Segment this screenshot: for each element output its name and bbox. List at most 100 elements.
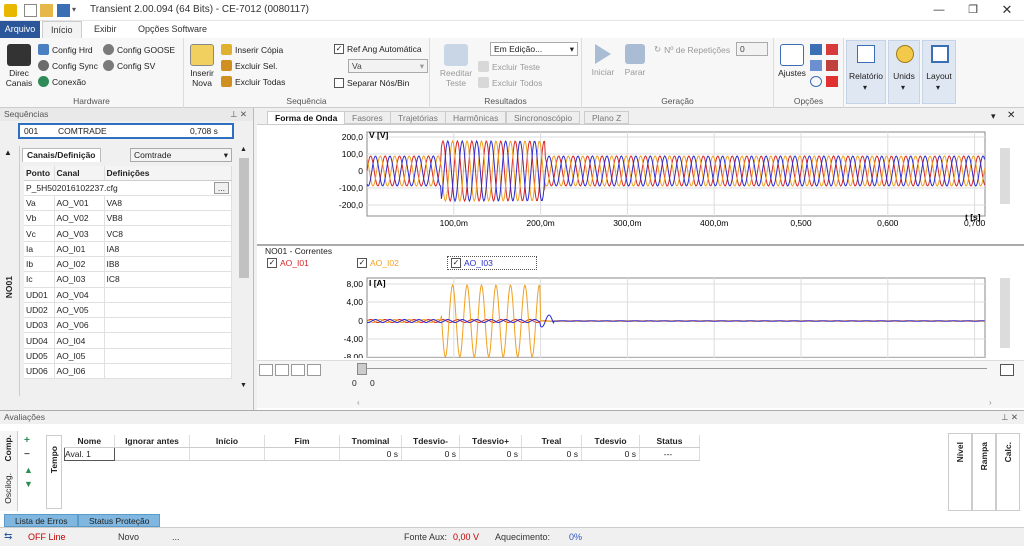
- open-folder-icon[interactable]: [40, 4, 53, 17]
- legend-ao-i02[interactable]: ✓ AO_I02: [357, 258, 399, 268]
- timeline-track[interactable]: [357, 368, 987, 369]
- tab-list-chevron-icon[interactable]: ▾: [991, 111, 996, 122]
- tab-fasores[interactable]: Fasores: [344, 111, 391, 124]
- resultados-select[interactable]: Em Edição... ▾: [490, 42, 578, 56]
- channel-row[interactable]: Vb AO_V02 VB8: [24, 210, 232, 227]
- tab-close-icon[interactable]: ✕: [1007, 110, 1015, 121]
- tab-exibir[interactable]: Exibir: [86, 21, 125, 38]
- zoom-in-icon[interactable]: [259, 364, 273, 376]
- move-down-icon[interactable]: ▼: [24, 479, 33, 489]
- reeditar-teste-button[interactable]: Reeditar Teste: [436, 44, 476, 88]
- opt-icon-6[interactable]: [826, 76, 838, 87]
- parar-button[interactable]: Parar: [620, 44, 650, 77]
- legend-ao-i03[interactable]: ✓ AO_I03: [447, 256, 537, 270]
- tab-lista-de-erros[interactable]: Lista de Erros: [4, 514, 79, 527]
- tab-comp[interactable]: Comp.: [3, 435, 13, 461]
- eval-cell[interactable]: ---: [639, 447, 700, 461]
- tab-rampa[interactable]: Rampa: [972, 433, 996, 511]
- channel-row[interactable]: Ic AO_I03 IC8: [24, 271, 232, 288]
- config-sv-button[interactable]: Config SV: [103, 60, 155, 71]
- save-icon[interactable]: [57, 4, 70, 17]
- tab-canais-definicao[interactable]: Canais/Definição: [22, 148, 101, 162]
- scroll-up-icon[interactable]: ▲: [240, 146, 247, 153]
- zoom-out-icon[interactable]: [275, 364, 289, 376]
- excluir-teste-button[interactable]: Excluir Teste: [478, 61, 540, 72]
- channel-row[interactable]: UD04 AO_I04: [24, 332, 232, 349]
- eval-cell[interactable]: 0 s: [401, 447, 460, 461]
- tab-opcoes-software[interactable]: Opções Software: [130, 21, 215, 38]
- collapse-icon[interactable]: ▲: [4, 148, 12, 157]
- tab-plano-z[interactable]: Plano Z: [584, 111, 630, 124]
- sequence-row[interactable]: 001 COMTRADE 0,708 s: [18, 123, 234, 139]
- zoom-fit-icon[interactable]: [291, 364, 305, 376]
- direc-canais-button[interactable]: Direc Canais: [4, 44, 34, 88]
- voltage-scrollbar[interactable]: [1000, 148, 1010, 204]
- cursor-icon[interactable]: [307, 364, 321, 376]
- tab-oscilog[interactable]: Oscilog.: [3, 473, 13, 504]
- plot-splitter[interactable]: [257, 244, 1024, 246]
- inserir-nova-button[interactable]: Inserir Nova: [187, 44, 217, 88]
- legend-ao-i01[interactable]: ✓ AO_I01: [267, 258, 309, 268]
- opt-icon-1[interactable]: [810, 44, 822, 55]
- tab-arquivo[interactable]: Arquivo: [0, 21, 40, 38]
- ajustes-button[interactable]: Ajustes: [777, 44, 807, 78]
- eval-cell[interactable]: 0 s: [459, 447, 522, 461]
- layout-button[interactable]: Layout ▾: [922, 40, 956, 104]
- hscroll-right-icon[interactable]: ›: [989, 398, 992, 407]
- opt-icon-4[interactable]: [826, 60, 838, 71]
- scroll-thumb[interactable]: [239, 158, 249, 278]
- tab-status-protecao[interactable]: Status Proteção: [78, 514, 161, 527]
- new-file-icon[interactable]: [24, 4, 37, 17]
- relatorio-button[interactable]: Relatório ▾: [846, 40, 886, 104]
- eval-cell[interactable]: [189, 447, 265, 461]
- eval-cell[interactable]: [114, 447, 190, 461]
- inserir-copia-button[interactable]: Inserir Cópia: [221, 44, 283, 55]
- type-select[interactable]: Comtrade ▾: [130, 148, 232, 162]
- channel-row[interactable]: Ia AO_I01 IA8: [24, 241, 232, 257]
- unids-button[interactable]: Unids ▾: [888, 40, 920, 104]
- config-sync-button[interactable]: Config Sync: [38, 60, 98, 71]
- opt-icon-5[interactable]: [810, 76, 822, 87]
- cfg-file-field[interactable]: P_5H502016102237.cfg...: [24, 180, 232, 196]
- hscroll-left-icon[interactable]: ‹: [357, 398, 360, 407]
- scroll-down-icon[interactable]: ▼: [240, 382, 247, 389]
- connection-icon[interactable]: ⇆: [4, 531, 18, 543]
- tab-sincronoscopio[interactable]: Sincronoscópio: [506, 111, 581, 124]
- eval-cell[interactable]: 0 s: [521, 447, 582, 461]
- browse-button[interactable]: ...: [213, 181, 229, 194]
- timeline-handle[interactable]: [357, 363, 367, 375]
- channel-row[interactable]: UD05 AO_I05: [24, 348, 232, 365]
- channel-row[interactable]: UD02 AO_V05: [24, 302, 232, 319]
- keyboard-icon[interactable]: [1000, 364, 1014, 376]
- excluir-sel-button[interactable]: Excluir Sel.: [221, 60, 278, 71]
- conexao-button[interactable]: Conexão: [38, 76, 86, 87]
- config-hrd-button[interactable]: Config Hrd: [38, 44, 93, 55]
- channel-row[interactable]: UD01 AO_V04: [24, 287, 232, 303]
- left-scrollbar[interactable]: ▲ ▼: [238, 146, 250, 394]
- pin-close-icon[interactable]: ⊥ ✕: [230, 108, 253, 121]
- remove-icon[interactable]: −: [24, 449, 30, 460]
- tab-forma-de-onda[interactable]: Forma de Onda: [267, 111, 346, 124]
- separar-checkbox[interactable]: Separar Nós/Bin: [334, 78, 409, 88]
- tab-harmonicas[interactable]: Harmônicas: [445, 111, 507, 124]
- channel-row[interactable]: Vc AO_V03 VC8: [24, 225, 232, 242]
- ref-ang-select[interactable]: Va ▾: [348, 59, 428, 73]
- current-scrollbar[interactable]: [1000, 278, 1010, 348]
- ref-ang-checkbox[interactable]: ✓ Ref Ang Automática: [334, 44, 422, 54]
- channel-row[interactable]: UD03 AO_V06: [24, 317, 232, 334]
- quick-access-dropdown-icon[interactable]: ▾: [72, 5, 85, 18]
- eval-cell[interactable]: 0 s: [581, 447, 640, 461]
- config-goose-button[interactable]: Config GOOSE: [103, 44, 175, 55]
- iniciar-button[interactable]: Iniciar: [588, 44, 618, 77]
- eval-cell[interactable]: [264, 447, 340, 461]
- eval-cell[interactable]: 0 s: [339, 447, 402, 461]
- tab-nivel[interactable]: Nível: [948, 433, 972, 511]
- channel-row[interactable]: Va AO_V01 VA8: [24, 195, 232, 212]
- repeticoes-stepper[interactable]: 0: [736, 42, 768, 56]
- avaliacoes-pin-close-icon[interactable]: ⊥ ✕: [1001, 411, 1024, 424]
- maximize-button[interactable]: ❐: [956, 0, 990, 21]
- opt-icon-3[interactable]: [810, 60, 822, 71]
- tab-trajetorias[interactable]: Trajetórias: [390, 111, 446, 124]
- channel-row[interactable]: Ib AO_I02 IB8: [24, 256, 232, 273]
- eval-cell[interactable]: Aval. 1: [64, 446, 115, 461]
